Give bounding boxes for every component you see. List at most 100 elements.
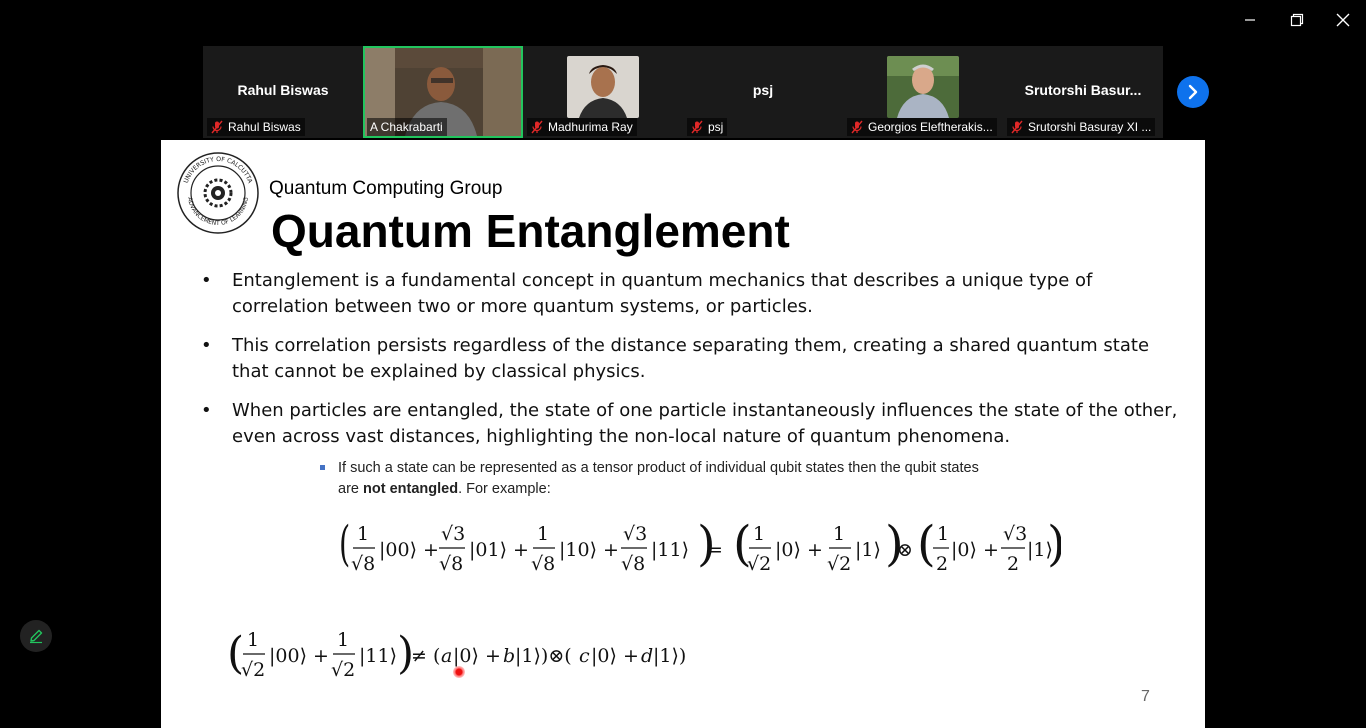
person-avatar-image <box>567 56 639 118</box>
svg-text:b: b <box>503 645 515 667</box>
participant-tile[interactable]: Rahul Biswas Rahul Biswas <box>203 46 363 138</box>
restore-icon <box>1290 13 1304 27</box>
avatar <box>887 56 959 118</box>
page-number: 7 <box>1141 688 1150 705</box>
svg-text:1: 1 <box>753 523 765 545</box>
svg-text:|1⟩): |1⟩) <box>653 645 686 667</box>
svg-text:√8: √8 <box>621 553 645 575</box>
minimize-button[interactable] <box>1238 8 1262 32</box>
svg-text:√2: √2 <box>331 659 355 681</box>
svg-text:2: 2 <box>1007 553 1019 575</box>
svg-text:√3: √3 <box>623 523 647 545</box>
muted-mic-icon <box>531 120 543 134</box>
laser-pointer <box>453 666 465 678</box>
svg-text:c: c <box>579 645 590 667</box>
participant-label-text: Madhurima Ray <box>548 120 633 134</box>
muted-mic-icon <box>211 120 223 134</box>
sub-bullet-text-end: . For example: <box>458 481 551 497</box>
participant-label-text: A Chakrabarti <box>370 120 443 134</box>
svg-text:): ) <box>1047 518 1061 572</box>
participant-label-text: Georgios Eleftherakis... <box>868 120 993 134</box>
svg-text:|1⟩)⊗(: |1⟩)⊗( <box>515 645 572 667</box>
pencil-icon <box>30 629 43 644</box>
svg-text:√8: √8 <box>439 553 463 575</box>
svg-text:≠ (: ≠ ( <box>411 645 440 667</box>
square-bullet-icon <box>320 465 325 470</box>
svg-text:√2: √2 <box>747 553 771 575</box>
bullet-item: • This correlation persists regardless of… <box>201 335 1150 382</box>
bullet-list: • Entanglement is a fundamental concept i… <box>201 268 1191 463</box>
slide-title: Quantum Entanglement <box>271 205 790 257</box>
svg-text:d: d <box>641 645 653 667</box>
participant-label: Rahul Biswas <box>207 118 305 136</box>
restore-button[interactable] <box>1285 8 1309 32</box>
participant-label: psj <box>687 118 728 136</box>
svg-text:1: 1 <box>833 523 845 545</box>
participant-label-text: psj <box>708 120 724 134</box>
svg-text:1: 1 <box>357 523 369 545</box>
participant-label-text: Srutorshi Basuray XI ... <box>1028 120 1152 134</box>
participant-strip: Rahul Biswas Rahul Biswas A Chakrabarti <box>203 46 1163 138</box>
participant-tile[interactable]: Srutorshi Basur... Srutorshi Basuray XI … <box>1003 46 1163 138</box>
sub-bullet: If such a state can be represented as a … <box>319 458 998 500</box>
svg-text:√3: √3 <box>1003 523 1027 545</box>
svg-text:1: 1 <box>337 629 349 651</box>
svg-text:|0⟩ +: |0⟩ + <box>453 645 501 667</box>
avatar <box>567 56 639 118</box>
svg-text:|00⟩ +: |00⟩ + <box>269 645 329 667</box>
participant-name: Rahul Biswas <box>237 82 329 98</box>
svg-text:|0⟩ +: |0⟩ + <box>951 539 999 561</box>
bullet-item: • When particles are entangled, the state… <box>201 400 1178 447</box>
group-title: Quantum Computing Group <box>269 178 503 199</box>
svg-text:2: 2 <box>936 553 948 575</box>
svg-text:=: = <box>707 539 723 561</box>
shared-slide: UNIVERSITY OF CALCUTTA ADVANCEMENT OF LE… <box>161 140 1205 728</box>
participant-tile[interactable]: Georgios Eleftherakis... <box>843 46 1003 138</box>
svg-text:√8: √8 <box>351 553 375 575</box>
close-button[interactable] <box>1331 8 1355 32</box>
bullet-item: • Entanglement is a fundamental concept i… <box>201 270 1093 317</box>
chevron-right-icon <box>1188 84 1198 100</box>
svg-text:|01⟩ +: |01⟩ + <box>469 539 529 561</box>
svg-text:(: ( <box>339 518 350 572</box>
person-avatar-image <box>887 56 959 118</box>
svg-text:|1⟩: |1⟩ <box>855 539 881 561</box>
participant-tile[interactable]: psj psj <box>683 46 843 138</box>
bullet-text: Entanglement is a fundamental concept in… <box>232 270 1093 317</box>
svg-text:a: a <box>441 645 452 667</box>
svg-text:(: ( <box>917 518 936 572</box>
svg-text:√2: √2 <box>241 659 265 681</box>
svg-text:|00⟩ +: |00⟩ + <box>379 539 439 561</box>
svg-text:|0⟩ +: |0⟩ + <box>775 539 823 561</box>
close-icon <box>1336 13 1350 27</box>
muted-mic-icon <box>1011 120 1023 134</box>
svg-text:1: 1 <box>247 629 259 651</box>
svg-text:⊗: ⊗ <box>897 539 913 561</box>
svg-text:|11⟩: |11⟩ <box>651 539 689 561</box>
participant-tile[interactable]: Madhurima Ray <box>523 46 683 138</box>
svg-text:1: 1 <box>537 523 549 545</box>
muted-mic-icon <box>851 120 863 134</box>
participant-name: Srutorshi Basur... <box>1024 82 1142 98</box>
sub-bullet-bold: not entangled <box>363 481 459 497</box>
svg-text:√8: √8 <box>531 553 555 575</box>
svg-text:|0⟩ +: |0⟩ + <box>591 645 639 667</box>
bullet-text: This correlation persists regardless of … <box>232 335 1150 382</box>
annotate-button[interactable] <box>20 620 52 652</box>
participant-tile-active[interactable]: A Chakrabarti <box>363 46 523 138</box>
muted-mic-icon <box>691 120 703 134</box>
svg-text:√3: √3 <box>441 523 465 545</box>
participant-label: Srutorshi Basuray XI ... <box>1007 118 1156 136</box>
participant-label: A Chakrabarti <box>367 118 447 136</box>
bullet-text: When particles are entangled, the state … <box>232 400 1178 447</box>
participant-label: Madhurima Ray <box>527 118 637 136</box>
next-participants-button[interactable] <box>1177 76 1209 108</box>
participant-label: Georgios Eleftherakis... <box>847 118 997 136</box>
svg-text:|10⟩ +: |10⟩ + <box>559 539 619 561</box>
equation-separable: ( 1 √8 |00⟩ + √3 √8 |01⟩ + 1 √8 |10⟩ + √3 √8… <box>339 518 1061 575</box>
minimize-icon <box>1245 19 1255 21</box>
participant-name: psj <box>752 82 774 98</box>
svg-text:√2: √2 <box>827 553 851 575</box>
participant-label-text: Rahul Biswas <box>228 120 301 134</box>
university-logo: UNIVERSITY OF CALCUTTA ADVANCEMENT OF LE… <box>177 152 259 234</box>
